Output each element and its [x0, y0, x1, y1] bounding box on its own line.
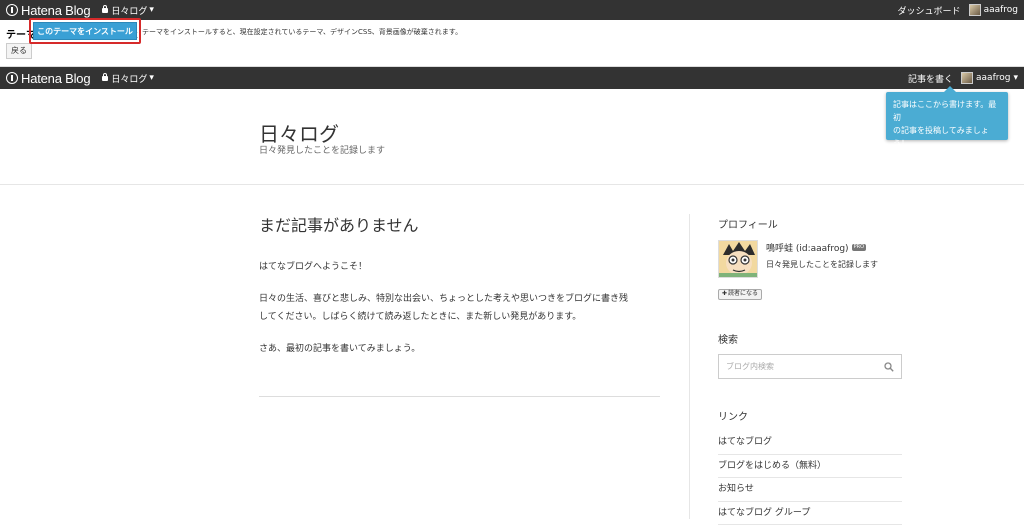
content-divider	[259, 396, 660, 397]
links-list: はてなブログ ブログをはじめる（無料） お知らせ はてなブログ グループ	[718, 431, 902, 525]
hatena-blog-logo-2[interactable]: Hatena Blog	[6, 71, 90, 86]
hatena-logo-icon	[6, 72, 18, 84]
pro-badge: PRO	[852, 244, 866, 251]
blog-description: 日々発見したことを記録します	[259, 143, 385, 156]
frog-avatar-icon	[719, 241, 758, 278]
plus-icon: ✚	[722, 290, 727, 299]
link-blog-group[interactable]: はてなブログ グループ	[718, 502, 902, 525]
avatar	[969, 4, 981, 16]
brand-text: Hatena Blog	[21, 71, 90, 86]
search-box	[718, 354, 902, 379]
empty-heading: まだ記事がありません	[259, 212, 659, 236]
username: aaafrog	[976, 73, 1010, 83]
user-menu-2[interactable]: aaafrog ▾	[961, 72, 1018, 84]
hatena-blog-logo[interactable]: Hatena Blog	[6, 3, 90, 18]
link-start-blog[interactable]: ブログをはじめる（無料）	[718, 455, 902, 479]
install-warning-text: テーマをインストールすると、現在設定されているテーマ、デザインCSS、背景画像が…	[142, 27, 462, 37]
profile-avatar[interactable]	[718, 240, 758, 278]
search-title: 検索	[718, 331, 738, 346]
profile-name[interactable]: 鳴呼蛙 (id:aaafrog) PRO	[766, 241, 866, 254]
profile-title: プロフィール	[718, 216, 778, 231]
avatar	[961, 72, 973, 84]
blog-menu-label: 日々ログ	[111, 72, 147, 85]
admin-bar: Hatena Blog 日々ログ ▾ ダッシュボード aaafrog	[0, 0, 1024, 20]
intro-paragraph: 日々の生活、喜びと悲しみ、特別な出会い、ちょっとした考えや思いつきをブログに書き…	[259, 290, 659, 326]
intro-line-1: 日々の生活、喜びと悲しみ、特別な出会い、ちょっとした考えや思いつきをブログに書き…	[259, 294, 628, 304]
sidebar-divider	[689, 214, 690, 519]
username: aaafrog	[984, 5, 1018, 15]
profile-description: 日々発見したことを記録します	[766, 259, 878, 270]
install-theme-button[interactable]: このテーマをインストール	[33, 22, 137, 40]
welcome-text: はてなブログへようこそ！	[259, 258, 659, 276]
link-hatena-blog[interactable]: はてなブログ	[718, 431, 902, 455]
write-article-button[interactable]: 記事を書く	[908, 72, 953, 85]
caret-down-icon: ▾	[1013, 73, 1018, 83]
caret-down-icon: ▾	[149, 73, 154, 83]
caret-down-icon: ▾	[149, 5, 154, 15]
blog-menu[interactable]: 日々ログ ▾	[102, 4, 154, 17]
subscribe-button[interactable]: ✚ 読者になる	[718, 289, 762, 300]
main-content: まだ記事がありません はてなブログへようこそ！ 日々の生活、喜びと悲しみ、特別な…	[259, 212, 659, 372]
brand-text: Hatena Blog	[21, 3, 90, 18]
links-title: リンク	[718, 408, 748, 423]
back-button[interactable]: 戻る	[6, 43, 32, 59]
blog-menu-2[interactable]: 日々ログ ▾	[102, 72, 154, 85]
blog-header: 日々ログ 日々発見したことを記録します	[0, 89, 1024, 185]
user-menu[interactable]: aaafrog	[969, 4, 1018, 16]
lock-icon	[102, 8, 108, 13]
blog-menu-label: 日々ログ	[111, 4, 147, 17]
lock-icon	[102, 76, 108, 81]
subscribe-label: 読者になる	[728, 290, 758, 299]
call-to-action-text: さあ、最初の記事を書いてみましょう。	[259, 340, 659, 358]
hatena-logo-icon	[6, 4, 18, 16]
link-news[interactable]: お知らせ	[718, 478, 902, 502]
search-input[interactable]	[726, 362, 884, 371]
blog-header-bar: Hatena Blog 日々ログ ▾ 記事を書く aaafrog ▾	[0, 67, 1024, 89]
intro-line-2: してください。しばらく続けて読み返したときに、また新しい発見があります。	[259, 312, 581, 322]
dashboard-link[interactable]: ダッシュボード	[898, 4, 961, 17]
search-icon[interactable]	[884, 362, 894, 372]
profile-name-text: 鳴呼蛙 (id:aaafrog)	[766, 241, 849, 254]
